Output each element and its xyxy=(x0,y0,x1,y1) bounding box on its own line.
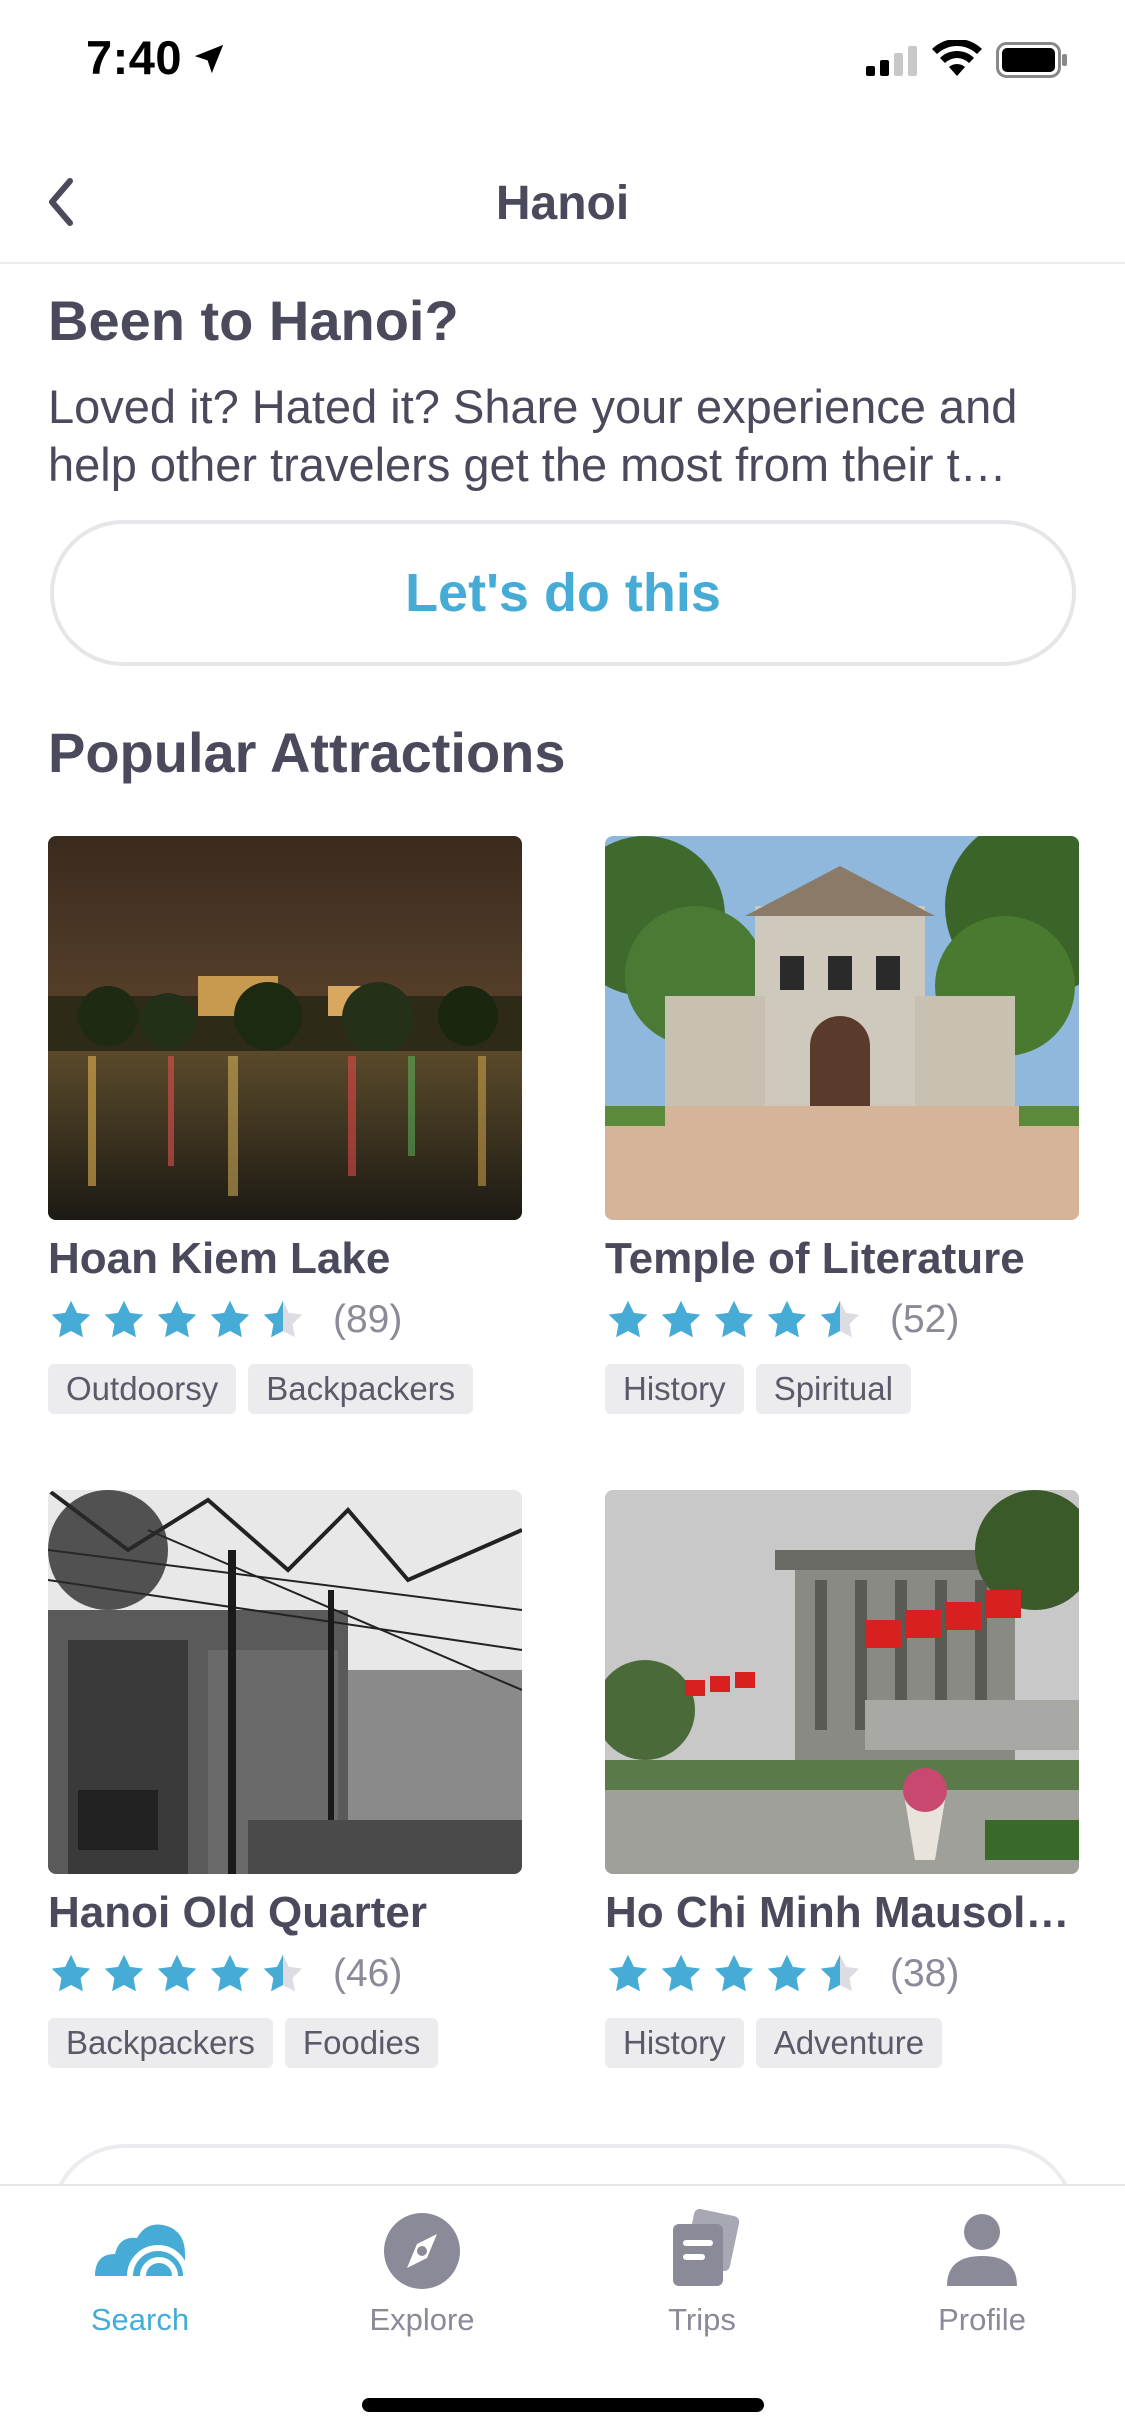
star-full-icon xyxy=(157,1300,197,1338)
star-rating xyxy=(605,1952,870,1996)
tag-list: Backpackers Foodies xyxy=(48,2018,522,2068)
star-full-icon xyxy=(767,1300,807,1338)
attraction-photo[interactable] xyxy=(48,1490,522,1874)
search-waves-icon xyxy=(95,2224,189,2277)
profile-icon xyxy=(947,2214,1017,2286)
star-full-icon xyxy=(767,1954,807,1992)
star-full-icon xyxy=(608,1954,648,1992)
section-title: Popular Attractions xyxy=(48,721,566,784)
star-rating xyxy=(48,1298,313,1342)
review-prompt-title: Been to Hanoi? xyxy=(48,289,459,352)
tag[interactable]: Adventure xyxy=(755,2018,943,2068)
tag[interactable]: Backpackers xyxy=(248,1364,474,1414)
tab-label: Explore xyxy=(369,2302,475,2337)
review-count: (38) xyxy=(890,1952,960,1995)
review-count: (46) xyxy=(333,1952,403,1995)
rating-row: (38) xyxy=(605,1950,1079,1998)
star-full-icon xyxy=(608,1300,648,1338)
rating-row: (52) xyxy=(605,1296,1079,1344)
review-count: (89) xyxy=(333,1298,403,1341)
rating-row: (46) xyxy=(48,1950,522,1998)
cellular-signal-icon xyxy=(866,46,917,76)
location-arrow-icon xyxy=(194,44,224,74)
star-half-icon xyxy=(820,1954,860,1992)
attraction-card-ho-chi-minh-mausoleum[interactable]: Ho Chi Minh Mausol… (38) History Adventu… xyxy=(605,1490,1079,2068)
home-indicator[interactable] xyxy=(362,2398,764,2412)
wifi-icon xyxy=(932,40,982,76)
attraction-name[interactable]: Hoan Kiem Lake xyxy=(48,1234,548,1284)
star-full-icon xyxy=(714,1300,754,1338)
star-half-icon xyxy=(263,1954,303,1992)
tag-list: History Adventure xyxy=(605,2018,1079,2068)
review-prompt-description: Loved it? Hated it? Share your experienc… xyxy=(48,380,1018,491)
tag[interactable]: History xyxy=(605,2018,744,2068)
star-rating xyxy=(48,1952,313,1996)
star-full-icon xyxy=(210,1300,250,1338)
star-full-icon xyxy=(104,1954,144,1992)
attraction-name[interactable]: Temple of Literature xyxy=(605,1234,1105,1284)
tag[interactable]: Spiritual xyxy=(755,1364,911,1414)
status-time: 7:40 xyxy=(86,31,183,84)
navigation-bar: Hanoi xyxy=(0,132,1125,264)
tag-list: History Spiritual xyxy=(605,1364,1079,1414)
star-full-icon xyxy=(661,1954,701,1992)
tag-list: Outdoorsy Backpackers xyxy=(48,1364,522,1414)
review-count: (52) xyxy=(890,1298,960,1341)
star-full-icon xyxy=(51,1300,91,1338)
attraction-photo[interactable] xyxy=(48,836,522,1220)
tab-label: Trips xyxy=(668,2302,736,2337)
page-title: Hanoi xyxy=(495,177,630,230)
attraction-name[interactable]: Ho Chi Minh Mausol… xyxy=(605,1888,1105,1938)
tag[interactable]: Outdoorsy xyxy=(48,1364,237,1414)
attraction-name[interactable]: Hanoi Old Quarter xyxy=(48,1888,548,1938)
compass-icon xyxy=(384,2213,460,2289)
rating-row: (89) xyxy=(48,1296,522,1344)
star-rating xyxy=(605,1298,870,1342)
lets-do-this-button[interactable]: Let's do this xyxy=(50,520,1076,666)
trips-cards-icon xyxy=(673,2208,740,2286)
star-full-icon xyxy=(661,1300,701,1338)
star-full-icon xyxy=(104,1300,144,1338)
tab-trips[interactable]: Trips xyxy=(592,2206,812,2338)
tag[interactable]: Backpackers xyxy=(48,2018,273,2068)
attraction-photo[interactable] xyxy=(605,836,1079,1220)
attraction-photo[interactable] xyxy=(605,1490,1079,1874)
attraction-card-temple-of-literature[interactable]: Temple of Literature (52) History Spirit… xyxy=(605,836,1079,1414)
star-full-icon xyxy=(157,1954,197,1992)
tab-profile[interactable]: Profile xyxy=(872,2206,1092,2338)
tab-label: Profile xyxy=(938,2302,1026,2337)
tab-search[interactable]: Search xyxy=(30,2206,250,2338)
star-full-icon xyxy=(714,1954,754,1992)
tab-label: Search xyxy=(90,2302,190,2337)
star-full-icon xyxy=(51,1954,91,1992)
tag[interactable]: Foodies xyxy=(284,2018,439,2068)
star-full-icon xyxy=(210,1954,250,1992)
status-bar: 7:40 xyxy=(0,0,1125,132)
star-half-icon xyxy=(820,1300,860,1338)
star-half-icon xyxy=(263,1300,303,1338)
tab-explore[interactable]: Explore xyxy=(312,2206,532,2338)
attraction-card-hoan-kiem-lake[interactable]: Hoan Kiem Lake (89) Outdoorsy Backpacker… xyxy=(48,836,522,1414)
attraction-card-hanoi-old-quarter[interactable]: Hanoi Old Quarter (46) Backpackers Foodi… xyxy=(48,1490,522,2068)
tag[interactable]: History xyxy=(605,1364,744,1414)
battery-icon xyxy=(996,42,1067,78)
